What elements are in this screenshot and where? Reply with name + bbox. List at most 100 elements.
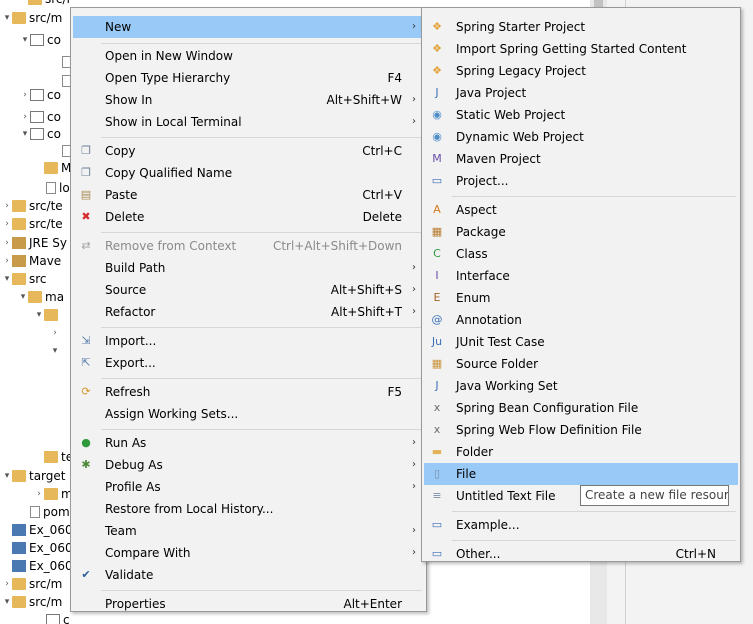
menu-item-remove-from-context[interactable]: ⇄ Remove from Context Ctrl+Alt+Shift+Down [73,235,424,257]
tree-item-label: m2 [61,487,70,501]
menu-item-copy-qualified-name[interactable]: ❐ Copy Qualified Name [73,162,424,184]
menu-item-show-in-local-terminal[interactable]: Show in Local Terminal › [73,111,424,133]
tree-item[interactable]: ▾ [50,340,60,362]
new-item-spring-legacy-project[interactable]: ❖ Spring Legacy Project [424,60,738,82]
menu-item-restore-from-local-history[interactable]: Restore from Local History... [73,498,424,520]
tree-item[interactable]: ▾ src/m [2,7,63,29]
expand-arrow-icon[interactable]: › [20,112,30,122]
tree-item[interactable]: ▾ co [20,29,61,51]
file-icon [62,145,70,157]
pkg-icon [46,614,60,624]
expand-arrow-icon[interactable]: › [20,90,30,100]
new-item-junit-test-case[interactable]: Ju JUnit Test Case [424,331,738,353]
menu-item-refactor[interactable]: Refactor Alt+Shift+T › [73,301,424,323]
folder-icon [12,12,26,24]
new-item-interface[interactable]: I Interface [424,265,738,287]
new-item-other[interactable]: ▭ Other... Ctrl+N [424,543,738,565]
menu-item-profile-as[interactable]: Profile As › [73,476,424,498]
project-icon: ▭ [431,174,443,187]
menu-item-copy[interactable]: ❐ Copy Ctrl+C [73,140,424,162]
proj-icon [12,524,26,536]
expand-arrow-icon[interactable]: ▾ [20,35,30,45]
menu-item-import[interactable]: ⇲ Import... [73,330,424,352]
expand-arrow-icon[interactable]: ▾ [50,346,60,356]
spring-web-flow-definition-file-icon: x [433,423,441,436]
menu-item-source[interactable]: Source Alt+Shift+S › [73,279,424,301]
new-item-project[interactable]: ▭ Project... [424,170,738,192]
new-item-example[interactable]: ▭ Example... [424,514,738,536]
new-item-enum[interactable]: E Enum [424,287,738,309]
run-as-icon: ● [81,436,91,449]
spring-bean-configuration-file-icon: x [433,401,441,414]
tree-item-label: JRE Sy [29,236,67,250]
menu-item-compare-with[interactable]: Compare With › [73,542,424,564]
pkg-icon [30,111,44,123]
tree-item[interactable]: ME [34,157,70,179]
submenu-arrow-icon: › [412,459,416,470]
menu-item-assign-working-sets[interactable]: Assign Working Sets... [73,403,424,425]
menu-item-build-path[interactable]: Build Path › [73,257,424,279]
new-item-static-web-project[interactable]: ◉ Static Web Project [424,104,738,126]
enum-icon: E [433,291,441,304]
new-item-maven-project[interactable]: M Maven Project [424,148,738,170]
expand-arrow-icon[interactable]: › [34,489,44,499]
expand-arrow-icon[interactable]: › [2,579,12,589]
menu-item-run-as[interactable]: ● Run As › [73,432,424,454]
expand-arrow-icon[interactable]: › [2,256,12,266]
expand-arrow-icon[interactable]: ▾ [2,274,12,284]
new-item-dynamic-web-project[interactable]: ◉ Dynamic Web Project [424,126,738,148]
menu-item-properties[interactable]: Properties Alt+Enter [73,593,424,615]
new-item-import-spring-getting-started-content[interactable]: ❖ Import Spring Getting Started Content [424,38,738,60]
tree-item-label: Ex_0604 [29,523,70,537]
folder-icon [12,578,26,590]
menu-item-open-in-new-window[interactable]: Open in New Window [73,45,424,67]
menu-item-new[interactable]: New › [73,16,424,38]
menu-item-export[interactable]: ⇱ Export... [73,352,424,374]
expand-arrow-icon[interactable]: › [2,201,12,211]
new-item-annotation[interactable]: @ Annotation [424,309,738,331]
menu-item-shortcut: Alt+Shift+S [330,283,402,297]
tree-item[interactable]: com.mybatis [36,609,70,624]
new-item-file[interactable]: ▯ File [424,463,738,485]
new-item-source-folder[interactable]: ▦ Source Folder [424,353,738,375]
menu-separator [101,378,422,379]
new-item-spring-bean-configuration-file[interactable]: x Spring Bean Configuration File [424,397,738,419]
menu-item-show-in[interactable]: Show In Alt+Shift+W › [73,89,424,111]
menu-item-refresh[interactable]: ⟳ Refresh F5 [73,381,424,403]
expand-arrow-icon[interactable]: ▾ [2,13,12,23]
menu-item-shortcut: Ctrl+C [362,144,402,158]
tree-item-label: log [59,181,70,195]
new-item-class[interactable]: C Class [424,243,738,265]
expand-arrow-icon[interactable]: ▾ [34,310,44,320]
tree-item[interactable]: › co [20,84,61,106]
new-item-java-project[interactable]: J Java Project [424,82,738,104]
menu-item-label: Validate [105,568,154,582]
spring-starter-project-icon: ❖ [432,20,442,33]
submenu-arrow-icon: › [412,306,416,317]
interface-icon: I [435,269,439,282]
menu-item-debug-as[interactable]: ✱ Debug As › [73,454,424,476]
expand-arrow-icon[interactable]: › [2,238,12,248]
expand-arrow-icon[interactable]: › [2,219,12,229]
file-tooltip: Create a new file resource [580,485,729,506]
menu-item-label: Restore from Local History... [105,502,274,516]
new-item-aspect[interactable]: A Aspect [424,199,738,221]
new-item-package[interactable]: ▦ Package [424,221,738,243]
menu-item-paste[interactable]: ▤ Paste Ctrl+V [73,184,424,206]
new-item-java-working-set[interactable]: J Java Working Set [424,375,738,397]
expand-arrow-icon[interactable]: ▾ [18,292,28,302]
menu-item-delete[interactable]: ✖ Delete Delete [73,206,424,228]
menu-item-label: Source Folder [456,357,539,371]
menu-item-validate[interactable]: ✔ Validate [73,564,424,586]
menu-item-team[interactable]: Team › [73,520,424,542]
file-icon [30,506,40,518]
folder-icon [12,200,26,212]
menu-item-open-type-hierarchy[interactable]: Open Type Hierarchy F4 [73,67,424,89]
new-item-folder[interactable]: ▬ Folder [424,441,738,463]
new-item-spring-web-flow-definition-file[interactable]: x Spring Web Flow Definition File [424,419,738,441]
new-item-spring-starter-project[interactable]: ❖ Spring Starter Project [424,16,738,38]
expand-arrow-icon[interactable]: ▾ [20,129,30,139]
expand-arrow-icon[interactable]: › [50,328,60,338]
expand-arrow-icon[interactable]: ▾ [2,597,12,607]
expand-arrow-icon[interactable]: ▾ [2,471,12,481]
